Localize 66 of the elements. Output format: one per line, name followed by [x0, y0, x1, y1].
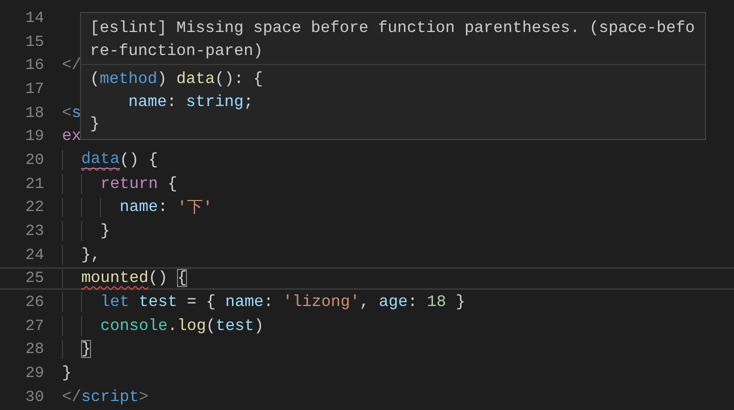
code-token: }, [81, 246, 100, 264]
code-token: </ [62, 56, 82, 74]
signature-token: : [166, 92, 178, 112]
code-token: s [72, 104, 82, 122]
code-token: : [264, 293, 274, 312]
line-number: 28 [24, 340, 44, 358]
signature-token: (): { [214, 69, 263, 90]
code-token[interactable]: data [81, 150, 120, 170]
code-token: ex [62, 127, 82, 146]
line-number: 18 [24, 104, 44, 122]
signature-token: name [128, 92, 167, 112]
code-token: ( [206, 316, 216, 335]
code-token: < [62, 104, 72, 122]
code-token: { [168, 174, 178, 193]
code-token: test [216, 316, 254, 335]
code-token: : [158, 198, 169, 216]
code-token: test [138, 293, 178, 312]
code-token: : [408, 293, 418, 312]
signature-token: string [186, 92, 244, 112]
line-number: 19 [24, 127, 44, 146]
line-number: 15 [24, 32, 44, 51]
signature-token: ) [157, 69, 168, 90]
line-number: 27 [24, 316, 44, 335]
line-number: 16 [24, 56, 44, 74]
signature-token: data [176, 69, 215, 90]
code-token: age [378, 293, 408, 312]
code-token: return [100, 174, 158, 193]
code-token: 'lizong' [282, 293, 360, 312]
code-token: name [225, 293, 264, 312]
code-token: } [100, 222, 110, 240]
lint-message: [eslint] Missing space before function parentheses. (space-before-function-paren) [81, 13, 705, 65]
code-token: = { [186, 293, 217, 312]
code-token: name [120, 198, 158, 216]
code-token: . [168, 316, 178, 335]
code-token: () [148, 269, 169, 288]
line-number: 26 [24, 293, 44, 312]
code-token: > [138, 388, 148, 406]
line-number: 30 [24, 388, 44, 406]
signature-token: ; [244, 92, 254, 112]
code-token: } [81, 340, 91, 358]
line-number: 24 [24, 246, 44, 264]
code-token: '下' [177, 198, 212, 218]
line-number: 17 [24, 80, 44, 98]
signature-token: ( [90, 69, 100, 90]
code-token: ) [254, 316, 264, 335]
code-token: script [81, 388, 139, 406]
line-number: 25 [24, 269, 44, 288]
line-number: 23 [24, 222, 44, 240]
signature-token: } [90, 114, 100, 135]
code-token: } [456, 293, 466, 312]
line-number: 20 [24, 150, 44, 169]
line-number: 14 [24, 8, 44, 27]
code-token: let [100, 293, 130, 312]
signature-token: method [100, 69, 158, 90]
code-token: () { [120, 150, 158, 169]
code-token: } [62, 364, 72, 382]
line-number: 21 [24, 174, 44, 193]
code-token: log [177, 316, 206, 335]
line-number: 29 [24, 364, 44, 382]
code-token: 18 [426, 293, 446, 312]
code-token: mounted [81, 269, 148, 288]
line-number: 22 [24, 198, 44, 216]
code-token: console [100, 316, 168, 335]
code-token: { [177, 269, 187, 288]
code-token: </ [62, 388, 82, 406]
code-token: , [360, 293, 370, 312]
